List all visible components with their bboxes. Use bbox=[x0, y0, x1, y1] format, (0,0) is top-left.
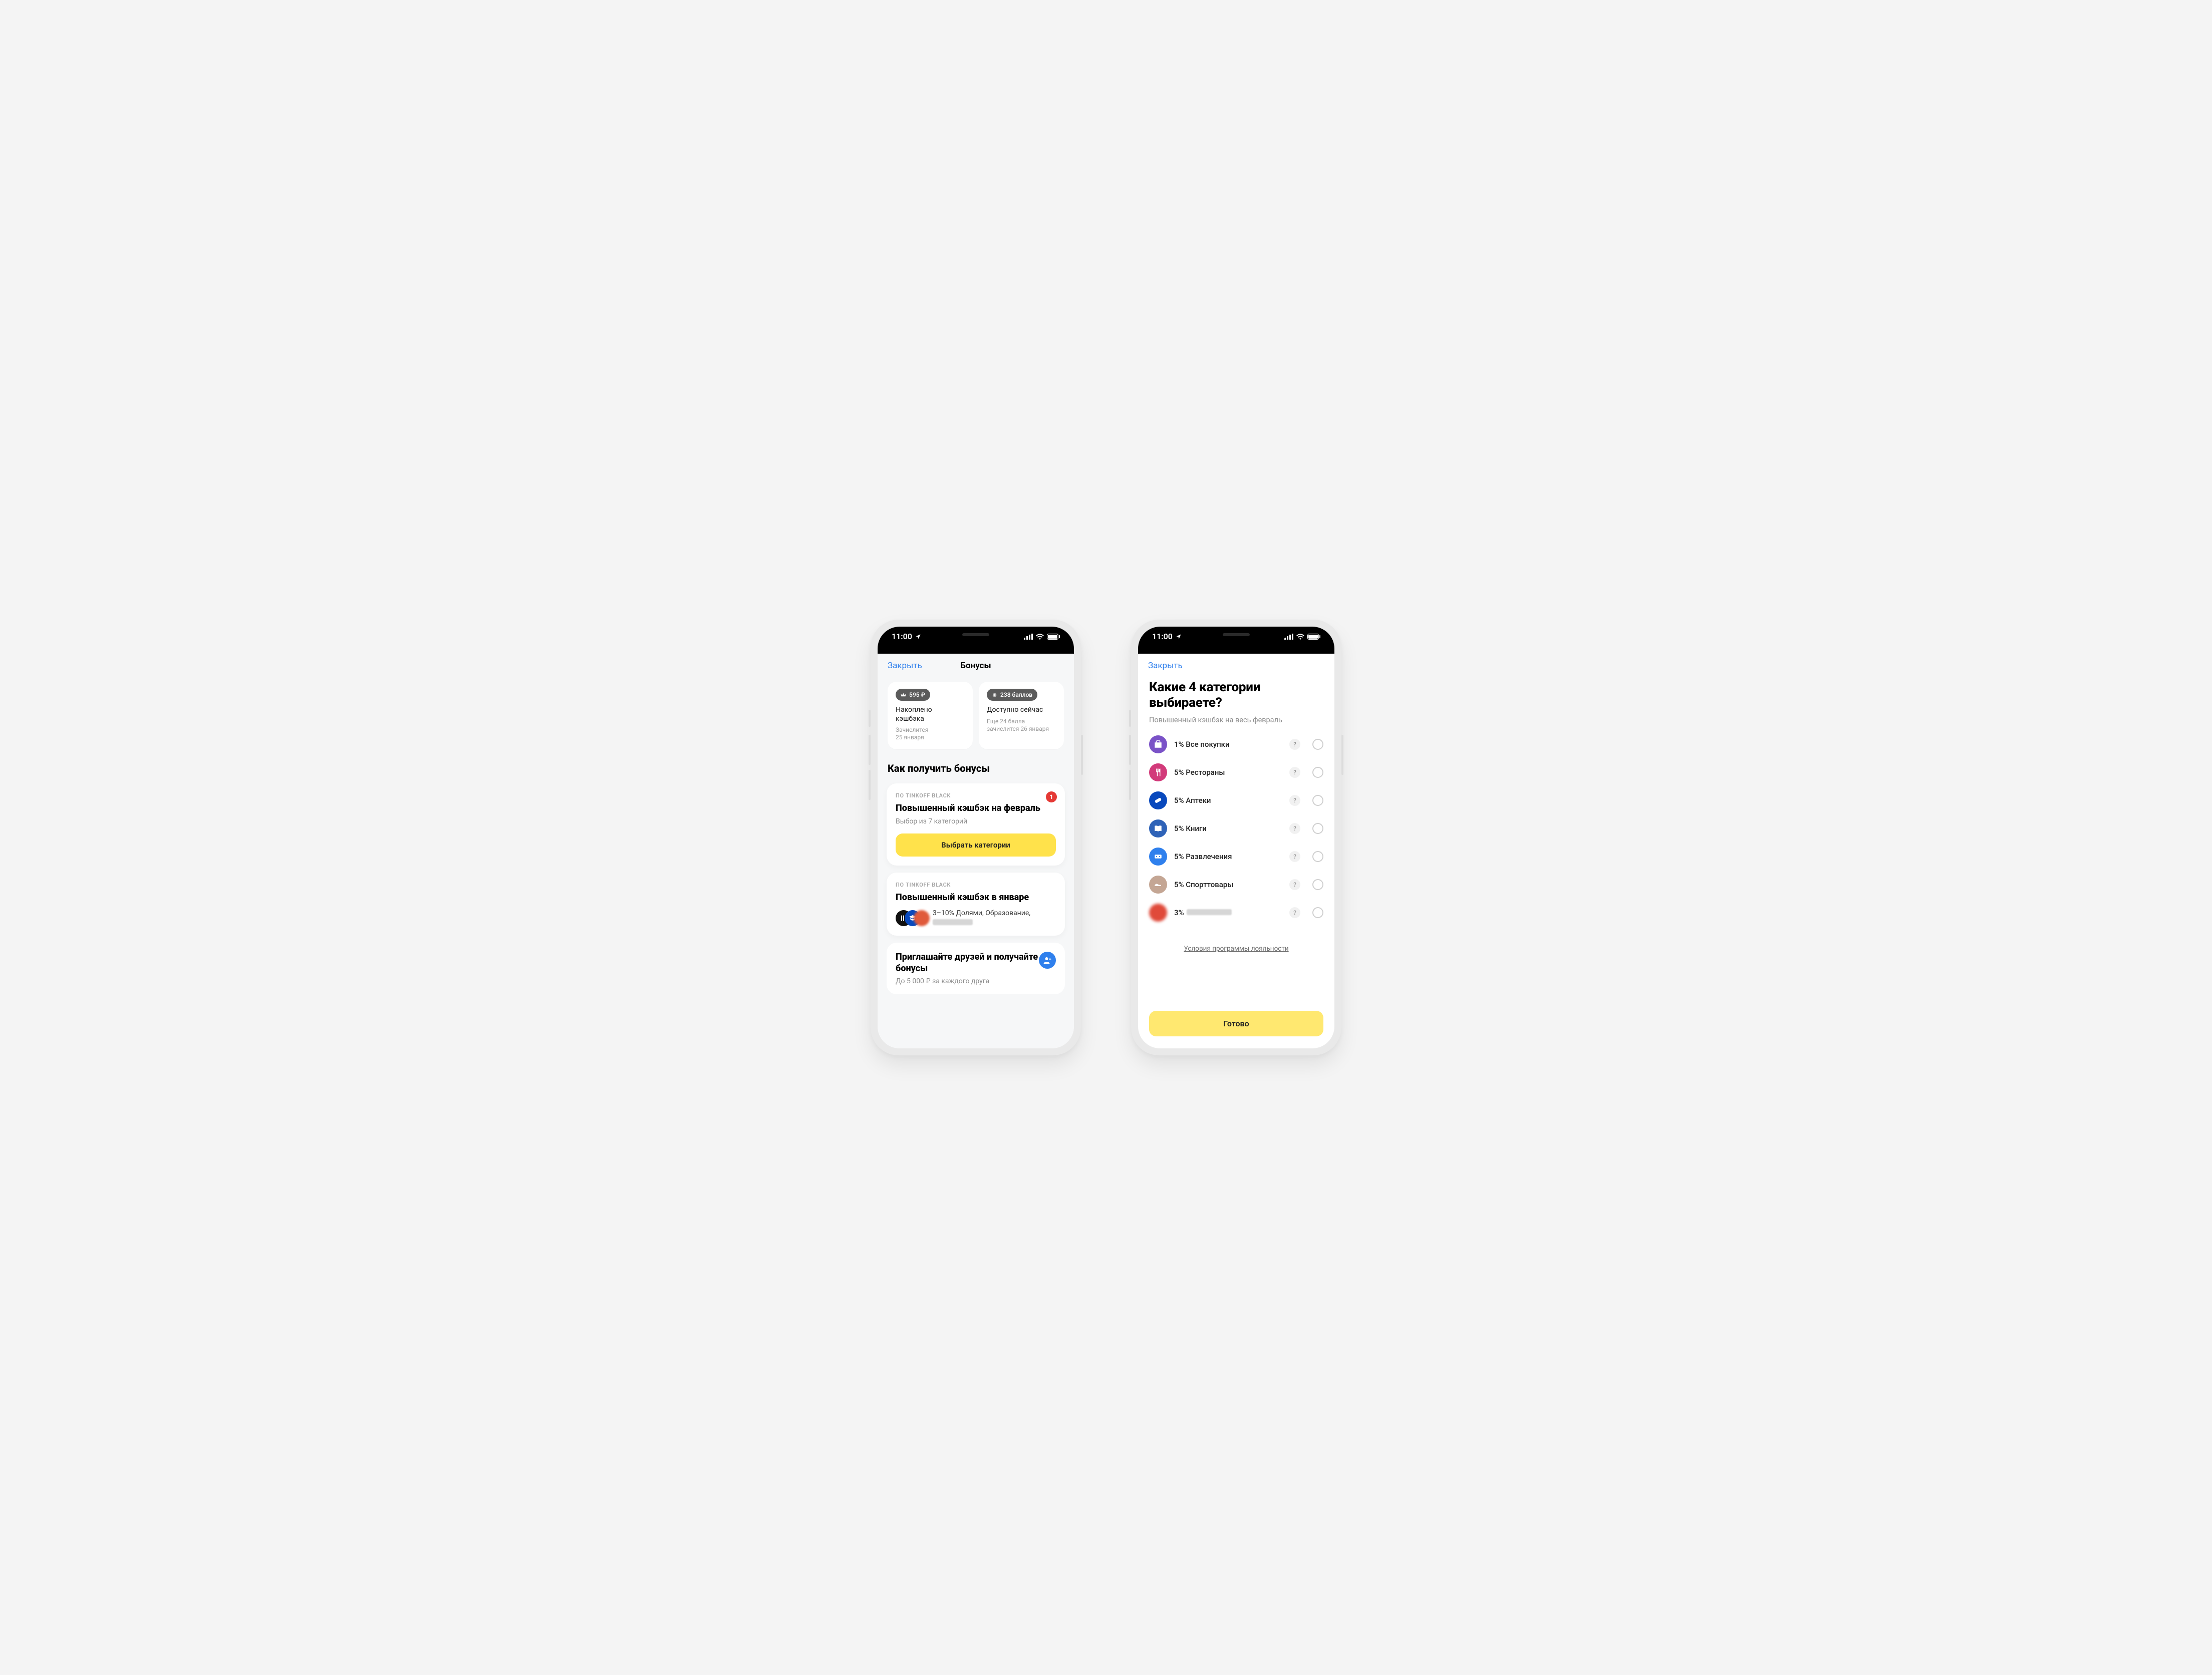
category-row[interactable]: 1% Все покупки? bbox=[1149, 730, 1323, 758]
wifi-icon bbox=[1296, 634, 1304, 640]
category-row[interactable]: 5% Развлечения? bbox=[1149, 843, 1323, 871]
bag-icon bbox=[1149, 735, 1167, 753]
status-bar: 11:00 bbox=[878, 627, 1074, 654]
choose-categories-button[interactable]: Выбрать категории bbox=[896, 833, 1056, 857]
help-icon[interactable]: ? bbox=[1289, 739, 1300, 750]
battery-icon bbox=[1047, 634, 1060, 640]
category-row[interactable]: 5% Спорттовары? bbox=[1149, 871, 1323, 899]
terms-link[interactable]: Условия программы лояльности bbox=[1138, 945, 1334, 953]
crown-icon bbox=[901, 692, 906, 698]
categories-heading: Какие 4 категории выбираете? bbox=[1138, 678, 1334, 713]
person-icon bbox=[1039, 952, 1056, 969]
device-left: 11:00 Закрыть Бонусы bbox=[871, 620, 1081, 1055]
points-card[interactable]: 238 баллов Доступно сейчас Еще 24 балла … bbox=[979, 682, 1064, 749]
promo-jan-title: Повышенный кэшбэк в январе bbox=[896, 892, 1056, 904]
how-to-header: Как получить бонусы bbox=[878, 758, 1074, 779]
category-row[interactable]: 5% Аптеки? bbox=[1149, 786, 1323, 814]
help-icon[interactable]: ? bbox=[1289, 879, 1300, 890]
shoe-icon bbox=[1149, 876, 1167, 894]
device-right: 11:00 Закрыть Какие 4 категории выбирает… bbox=[1131, 620, 1341, 1055]
category-label: 5% Рестораны bbox=[1174, 768, 1282, 777]
pill-icon bbox=[1149, 791, 1167, 809]
location-icon bbox=[1176, 634, 1182, 640]
promo-feb-sub: Выбор из 7 категорий bbox=[896, 817, 1056, 825]
category-label: 5% Спорттовары bbox=[1174, 880, 1282, 889]
category-label: 5% Книги bbox=[1174, 824, 1282, 833]
category-radio[interactable] bbox=[1312, 907, 1323, 918]
help-icon[interactable]: ? bbox=[1289, 907, 1300, 918]
ticket-icon bbox=[1149, 848, 1167, 866]
help-icon[interactable]: ? bbox=[1289, 823, 1300, 834]
invite-card[interactable]: Приглашайте друзей и получайте бонусы До… bbox=[887, 943, 1065, 994]
category-radio[interactable] bbox=[1312, 879, 1323, 890]
points-sub: Еще 24 балла зачислится 26 января bbox=[987, 718, 1056, 733]
category-radio[interactable] bbox=[1312, 823, 1323, 834]
location-icon bbox=[915, 634, 921, 640]
cashback-card[interactable]: 595 ₽ Накоплено кэшбэка Зачислится 25 ян… bbox=[888, 682, 973, 749]
category-row[interactable]: 5% Рестораны? bbox=[1149, 758, 1323, 786]
close-button[interactable]: Закрыть bbox=[1148, 661, 1183, 671]
invite-sub: До 5 000 ₽ за каждого друга bbox=[896, 977, 1056, 985]
points-label: Доступно сейчас bbox=[987, 706, 1056, 715]
category-row[interactable]: 5% Книги? bbox=[1149, 814, 1323, 843]
blurred-text bbox=[1187, 909, 1232, 915]
cashback-pill: 595 ₽ bbox=[896, 689, 930, 701]
promo-jan-icons bbox=[896, 910, 927, 926]
done-button[interactable]: Готово bbox=[1149, 1011, 1323, 1036]
help-icon[interactable]: ? bbox=[1289, 767, 1300, 778]
category-radio[interactable] bbox=[1312, 851, 1323, 862]
status-time: 11:00 bbox=[892, 632, 912, 641]
blurred-text bbox=[933, 919, 973, 925]
battery-icon bbox=[1307, 634, 1320, 640]
book-icon bbox=[1149, 819, 1167, 838]
cashback-label: Накоплено кэшбэка bbox=[896, 706, 965, 723]
status-bar: 11:00 bbox=[1138, 627, 1334, 654]
category-label: 5% Развлечения bbox=[1174, 852, 1282, 861]
navbar: Закрыть Бонусы bbox=[878, 654, 1074, 678]
promo-jan-card[interactable]: ПО TINKOFF BLACK Повышенный кэшбэк в янв… bbox=[887, 873, 1065, 936]
category-label: 1% Все покупки bbox=[1174, 740, 1282, 749]
promo-feb-card[interactable]: ПО TINKOFF BLACK 1 Повышенный кэшбэк на … bbox=[887, 783, 1065, 866]
points-pill: 238 баллов bbox=[987, 689, 1037, 701]
promo-jan-desc: 3–10% Долями, Образование, bbox=[933, 909, 1056, 927]
category-radio[interactable] bbox=[1312, 795, 1323, 806]
category-row[interactable]: 3% ? bbox=[1149, 899, 1323, 927]
category-radio[interactable] bbox=[1312, 767, 1323, 778]
status-time: 11:00 bbox=[1152, 632, 1173, 641]
gear-icon bbox=[992, 692, 997, 698]
categories-sub: Повышенный кэшбэк на весь февраль bbox=[1138, 713, 1334, 730]
food-icon bbox=[1149, 763, 1167, 781]
cashback-sub: Зачислится 25 января bbox=[896, 726, 965, 741]
wifi-icon bbox=[1036, 634, 1044, 640]
category-label: 3% bbox=[1174, 908, 1282, 917]
navbar: Закрыть bbox=[1138, 654, 1334, 678]
promo-feb-eyebrow: ПО TINKOFF BLACK bbox=[896, 792, 1056, 799]
help-icon[interactable]: ? bbox=[1289, 851, 1300, 862]
promo-feb-title: Повышенный кэшбэк на февраль bbox=[896, 803, 1056, 814]
blur-icon bbox=[1149, 904, 1167, 922]
close-button[interactable]: Закрыть bbox=[888, 661, 922, 671]
promo-jan-eyebrow: ПО TINKOFF BLACK bbox=[896, 882, 1056, 888]
category-radio[interactable] bbox=[1312, 739, 1323, 750]
promo-feb-badge: 1 bbox=[1046, 791, 1057, 802]
blurred-icon bbox=[914, 910, 930, 926]
help-icon[interactable]: ? bbox=[1289, 795, 1300, 806]
page-title: Бонусы bbox=[960, 661, 991, 671]
category-label: 5% Аптеки bbox=[1174, 796, 1282, 805]
invite-title: Приглашайте друзей и получайте бонусы bbox=[896, 952, 1056, 974]
